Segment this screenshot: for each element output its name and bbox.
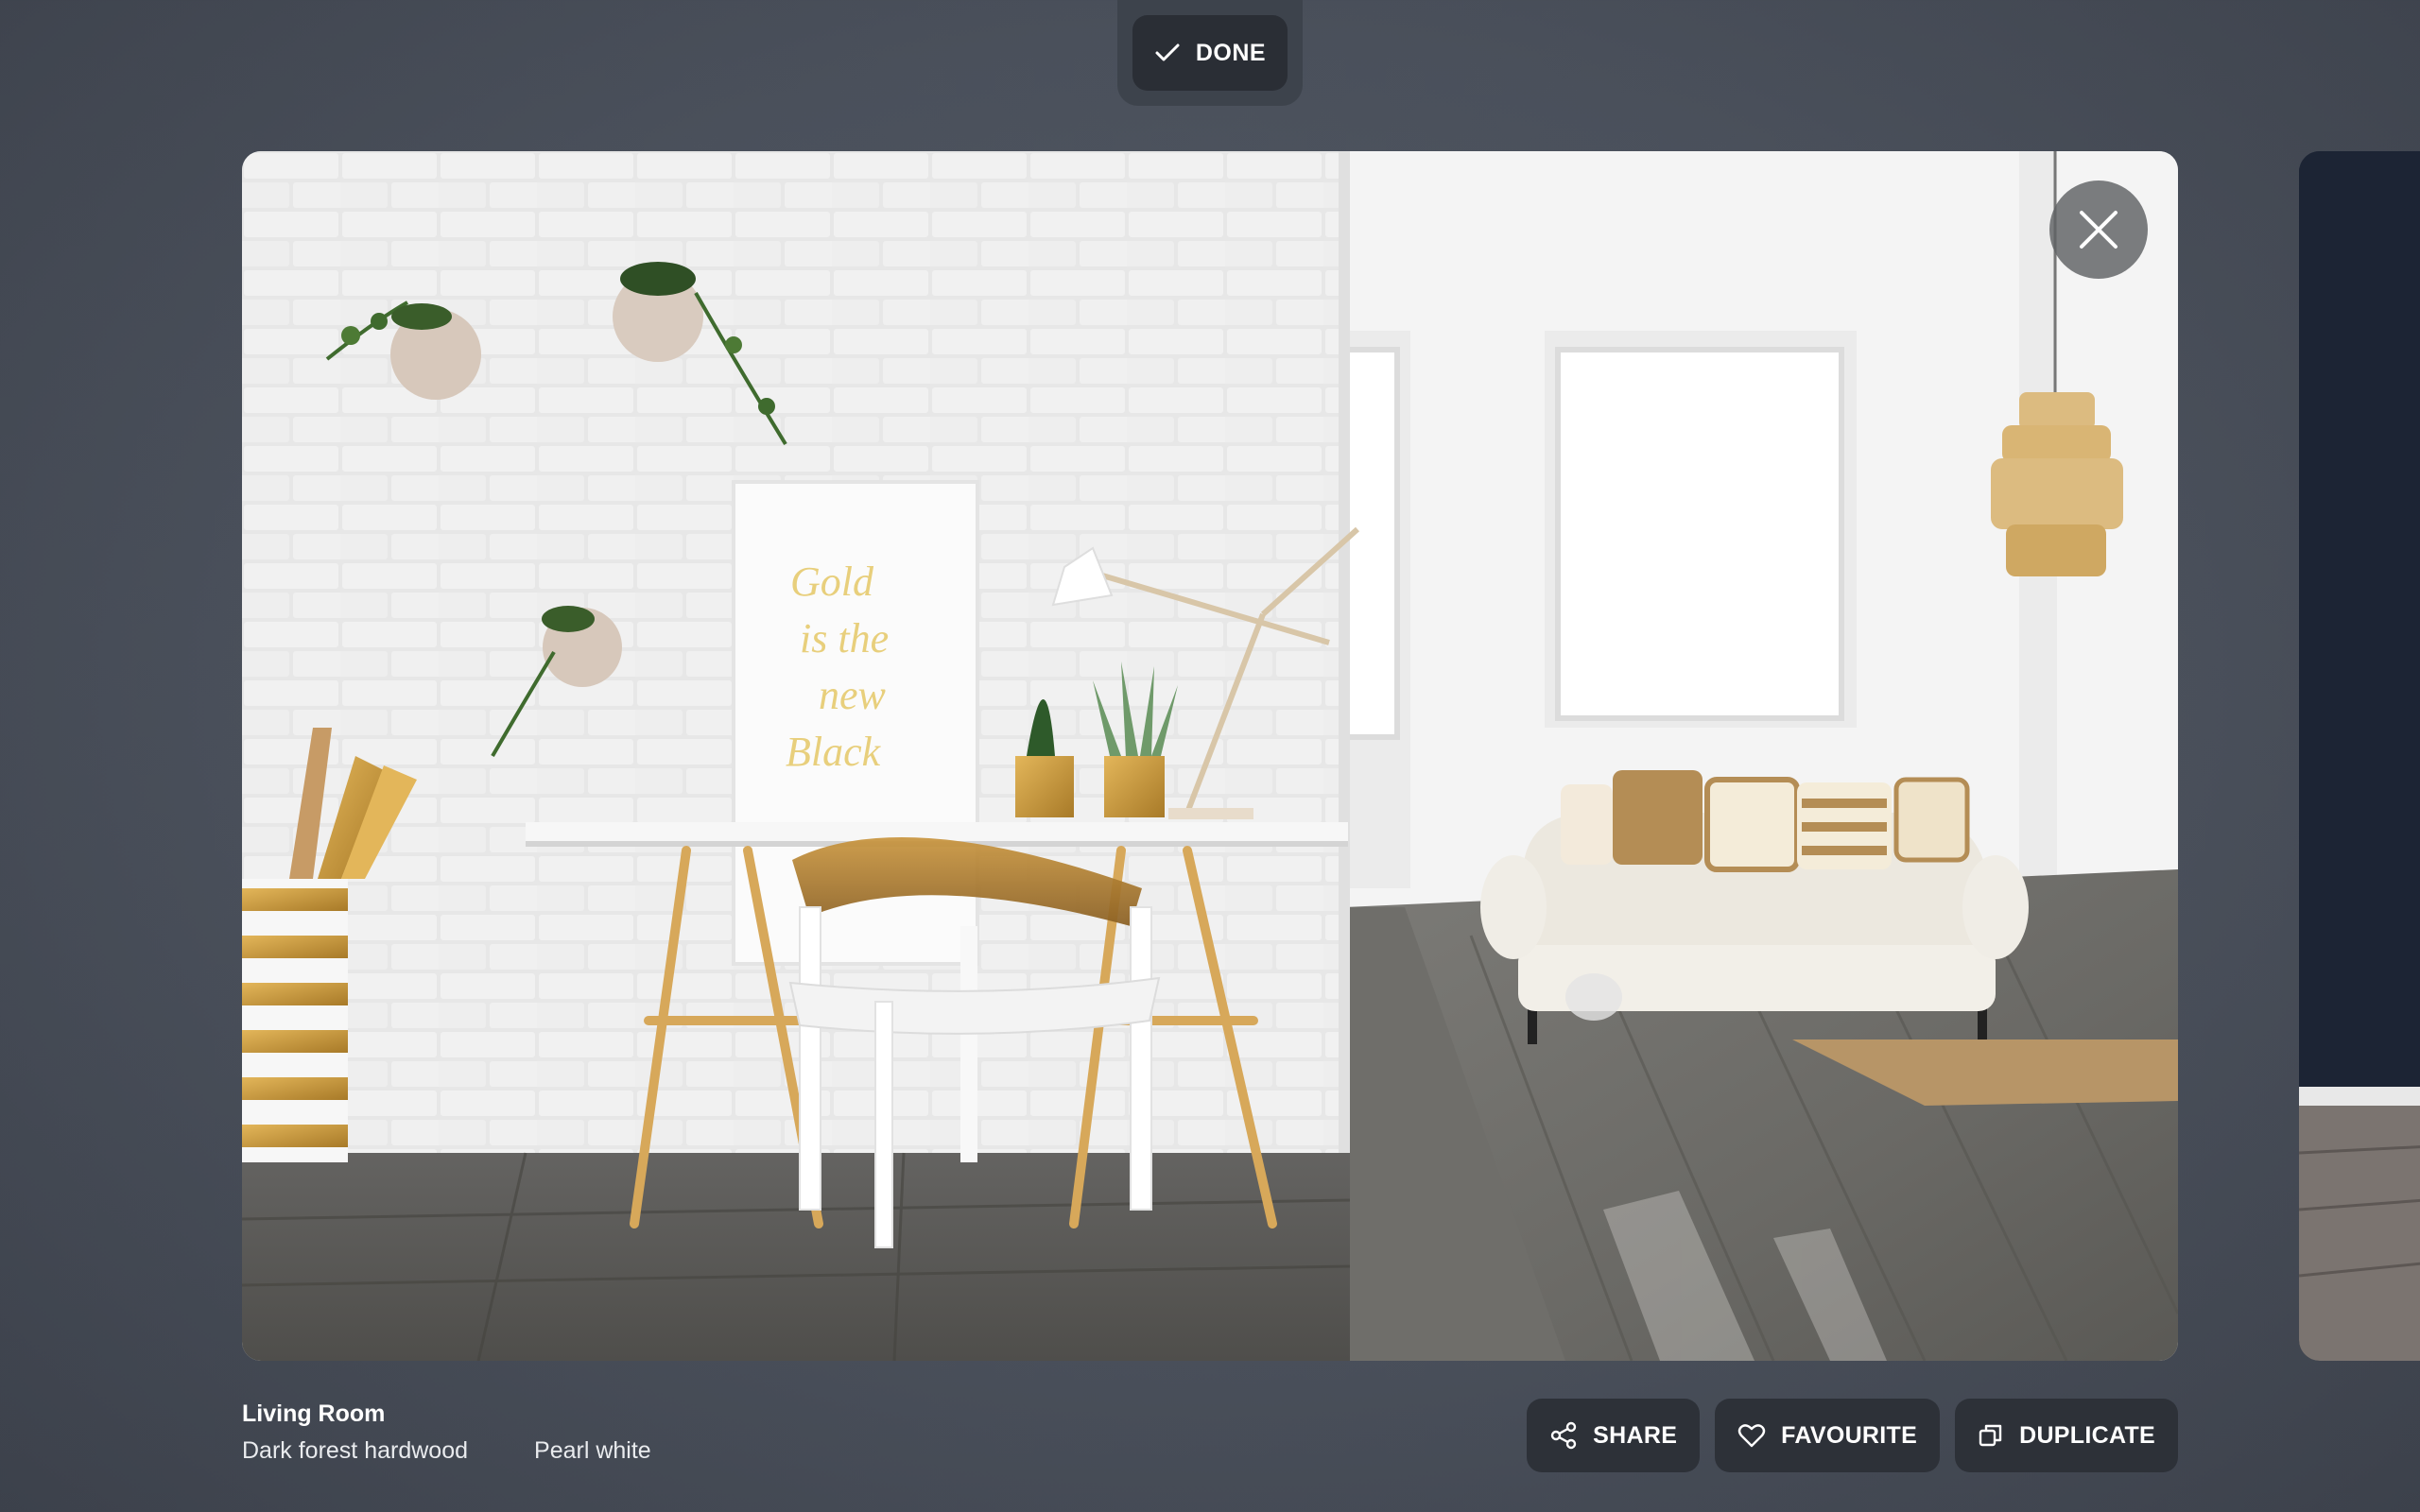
share-button[interactable]: SHARE [1527,1399,1701,1472]
next-room-card[interactable] [2299,151,2420,1361]
done-button[interactable]: DONE [1132,15,1288,91]
favourite-label: FAVOURITE [1781,1421,1918,1449]
floor-material: Dark forest hardwood [242,1437,469,1464]
art-text: Gold [790,558,874,605]
favourite-button[interactable]: FAVOURITE [1715,1399,1941,1472]
share-icon [1549,1421,1578,1450]
heart-icon [1737,1422,1766,1449]
done-label: DONE [1195,39,1267,66]
art-text: is the [800,615,889,662]
sofa [1480,770,2029,1044]
share-label: SHARE [1593,1421,1678,1449]
wall-color: Pearl white [534,1437,651,1464]
art-text: Black [786,729,882,775]
check-icon [1154,43,1181,63]
room-name: Living Room [242,1400,386,1427]
done-toolbar: DONE [1117,0,1303,106]
duplicate-label: DUPLICATE [2019,1421,2155,1449]
room-details: Living Room Dark forest hardwood Pearl w… [242,1400,651,1465]
duplicate-icon [1978,1422,2004,1449]
duplicate-button[interactable]: DUPLICATE [1955,1399,2178,1472]
room-preview-image: Gold is the new Black [242,151,2178,1361]
art-text: new [819,672,887,718]
close-icon [2078,209,2119,250]
close-button[interactable] [2049,180,2148,279]
action-bar: SHARE FAVOURITE DUPLICATE [1527,1399,2178,1472]
